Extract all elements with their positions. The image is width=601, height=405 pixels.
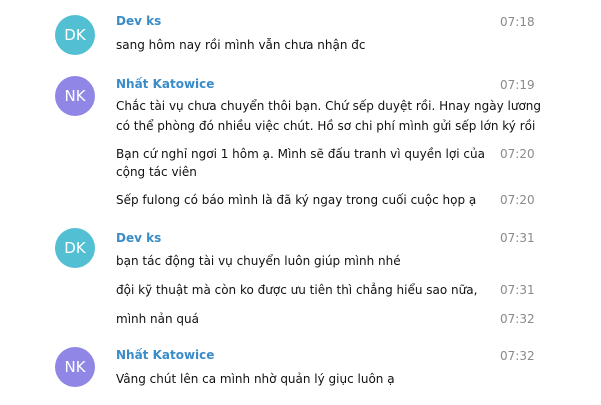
sender-name[interactable]: Nhất Katowice: [116, 77, 214, 91]
message-text: có thể phòng đó nhiều việc chút. Hồ sơ c…: [116, 119, 536, 133]
message-text: Chắc tài vụ chưa chuyển thôi bạn. Chứ sế…: [116, 99, 542, 113]
message-text: Bạn cứ nghỉ ngơi 1 hôm ạ. Mình sẽ đấu tr…: [116, 147, 485, 161]
message-text: Sếp fulong có báo mình là đã ký ngay tro…: [116, 193, 477, 207]
sender-name[interactable]: Dev ks: [116, 231, 161, 245]
avatar[interactable]: DK: [55, 228, 95, 268]
message-text: cộng tác viên: [116, 165, 197, 179]
message-time: 07:31: [500, 283, 535, 297]
avatar[interactable]: NK: [55, 76, 95, 116]
message-text: đội kỹ thuật mà còn ko được ưu tiên thì …: [116, 283, 478, 297]
message-time: 07:31: [500, 231, 535, 245]
message-time: 07:20: [500, 147, 535, 161]
avatar[interactable]: DK: [55, 15, 95, 55]
message-text: mình nản quá: [116, 312, 200, 326]
message-time: 07:32: [500, 349, 535, 363]
avatar[interactable]: NK: [55, 347, 95, 387]
message-text: bạn tác động tài vụ chuyển luôn giúp mìn…: [116, 254, 401, 268]
sender-name[interactable]: Nhất Katowice: [116, 348, 214, 362]
message-time: 07:18: [500, 15, 535, 29]
message-text: sang hôm nay rồi mình vẫn chưa nhận đc: [116, 38, 366, 52]
message-time: 07:32: [500, 312, 535, 326]
message-time: 07:20: [500, 193, 535, 207]
message-text: Vâng chút lên ca mình nhờ quản lý giục l…: [116, 372, 395, 386]
message-time: 07:19: [500, 78, 535, 92]
sender-name[interactable]: Dev ks: [116, 14, 161, 28]
